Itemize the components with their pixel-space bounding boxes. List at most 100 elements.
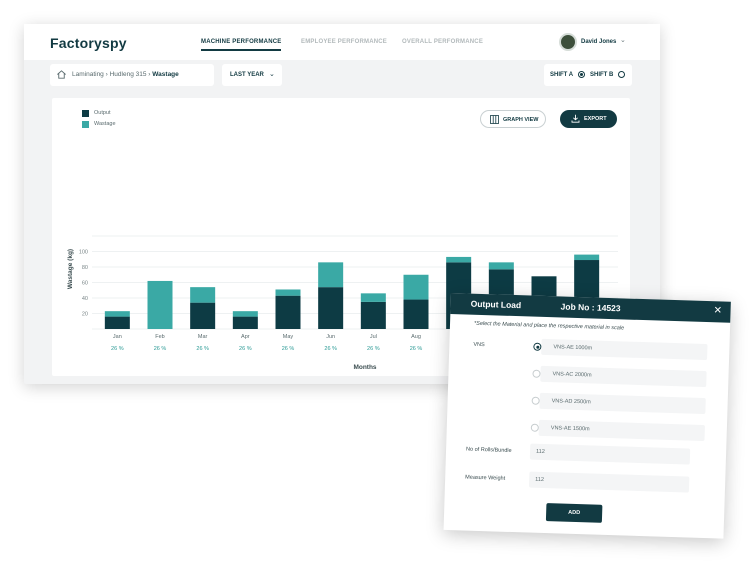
bar-wastage — [360, 293, 386, 302]
x-tick-label: Jan — [113, 334, 122, 340]
user-name: David Jones — [581, 39, 617, 45]
chevron-down-icon[interactable]: ⌄ — [620, 36, 626, 44]
rolls-input[interactable]: 112 — [529, 443, 691, 465]
close-icon[interactable]: ✕ — [713, 305, 722, 316]
bar-wastage — [275, 289, 301, 296]
vns-option[interactable]: VNS-AD 2500m — [531, 392, 706, 415]
y-tick-label: 20 — [82, 312, 88, 318]
y-tick-label: 100 — [79, 250, 88, 256]
shift-b-label: SHIFT B — [590, 72, 614, 78]
bar-output — [275, 295, 301, 329]
bar-output — [318, 287, 344, 329]
top-navbar: Factoryspy MACHINE PERFORMANCE EMPLOYEE … — [24, 24, 660, 60]
vns-option[interactable]: VNS-AC 2000m — [532, 365, 707, 388]
export-label: EXPORT — [584, 116, 607, 122]
vns-option-radio[interactable] — [533, 342, 542, 351]
percent-label: 26 % — [239, 346, 252, 352]
bar-wastage — [403, 274, 429, 300]
bar-wastage — [488, 262, 514, 270]
graph-view-button[interactable]: GRAPH VIEW — [480, 110, 546, 128]
rolls-label: No of Rolls/Bundle — [465, 446, 512, 454]
x-tick-label: May — [283, 334, 294, 340]
percent-label: 26 % — [410, 346, 423, 352]
shift-a-label: SHIFT A — [550, 72, 574, 78]
y-tick-label: 60 — [82, 281, 88, 287]
y-tick-label: 40 — [82, 296, 88, 302]
app-logo: Factoryspy — [50, 35, 127, 51]
vns-option-label: VNS-AD 2500m — [551, 398, 591, 406]
breadcrumb-item-laminating[interactable]: Laminating — [72, 71, 104, 78]
chevron-down-icon: ⌄ — [269, 71, 275, 78]
home-icon[interactable] — [56, 69, 67, 80]
vns-option-radio[interactable] — [532, 369, 541, 378]
legend-swatch-output — [82, 110, 89, 117]
y-axis-label: Wastage (kg) — [67, 249, 74, 289]
weight-label: Measure Weight — [465, 474, 506, 482]
bar-output — [104, 316, 130, 329]
period-select[interactable]: LAST YEAR ⌄ — [222, 64, 282, 86]
breadcrumb-path: Laminating › Hudleng 315 › Wastage — [72, 71, 179, 78]
legend-swatch-wastage — [82, 121, 89, 128]
user-avatar[interactable] — [559, 33, 577, 51]
vns-option[interactable]: VNS-AE 1000m — [533, 338, 708, 361]
vns-option-radio[interactable] — [531, 396, 540, 405]
shift-selector: SHIFT A SHIFT B — [544, 64, 632, 86]
x-axis-label: Months — [353, 364, 376, 371]
bar-wastage — [446, 256, 472, 263]
modal-header: Output Load Job No : 14523 ✕ — [450, 293, 731, 323]
breadcrumb-item-hudleng[interactable]: Hudleng 315 — [110, 71, 147, 78]
percent-label: 26 % — [196, 346, 209, 352]
percent-label: 26 % — [367, 346, 380, 352]
bar-wastage — [104, 311, 130, 317]
download-icon — [571, 114, 580, 123]
bar-output — [232, 316, 258, 329]
tab-machine-performance[interactable]: MACHINE PERFORMANCE — [201, 39, 282, 51]
x-tick-label: Jun — [326, 334, 335, 340]
tab-overall-performance[interactable]: OVERALL PERFORMANCE — [402, 39, 483, 45]
breadcrumb-current: Wastage — [152, 71, 179, 78]
percent-label: 26 % — [282, 346, 295, 352]
shift-a-radio[interactable] — [578, 71, 585, 78]
bar-wastage — [574, 254, 600, 261]
modal-instruction: *Select the Material and place the respe… — [473, 320, 625, 332]
legend-label-output: Output — [94, 110, 111, 116]
breadcrumb: Laminating › Hudleng 315 › Wastage — [50, 64, 214, 86]
x-tick-label: Aug — [411, 334, 421, 340]
add-button[interactable]: ADD — [545, 503, 603, 523]
x-tick-label: Mar — [198, 334, 208, 340]
bar-wastage — [147, 280, 173, 329]
job-number: Job No : 14523 — [560, 301, 621, 314]
x-tick-label: Jul — [370, 334, 377, 340]
breadcrumb-separator: › — [105, 71, 108, 78]
bar-wastage — [232, 311, 258, 317]
export-button[interactable]: EXPORT — [560, 110, 617, 128]
percent-label: 26 % — [111, 346, 124, 352]
vns-option-radio[interactable] — [530, 423, 539, 432]
breadcrumb-separator: › — [148, 71, 151, 78]
period-selected-value: LAST YEAR — [230, 72, 264, 78]
add-button-label: ADD — [568, 509, 581, 517]
x-tick-label: Feb — [155, 334, 164, 340]
percent-label: 26 % — [324, 346, 337, 352]
vns-option[interactable]: VNS-AE 1500m — [530, 419, 705, 442]
vns-option-label: VNS-AC 2000m — [552, 371, 592, 379]
x-tick-label: Apr — [241, 334, 250, 340]
grid-icon — [490, 115, 499, 124]
y-tick-label: 80 — [82, 265, 88, 271]
output-load-modal: Output Load Job No : 14523 ✕ *Select the… — [443, 293, 731, 539]
rolls-value: 112 — [535, 448, 545, 456]
bar-output — [403, 299, 429, 329]
vns-option-label: VNS-AE 1000m — [553, 344, 593, 352]
percent-label: 26 % — [154, 346, 167, 352]
vns-label: VNS — [473, 341, 485, 349]
shift-b-radio[interactable] — [618, 71, 625, 78]
legend-label-wastage: Wastage — [94, 121, 116, 127]
bar-wastage — [318, 262, 344, 288]
weight-input[interactable]: 112 — [528, 471, 690, 493]
bar-output — [360, 301, 386, 329]
bar-wastage — [190, 287, 216, 303]
bar-output — [190, 302, 216, 329]
tab-employee-performance[interactable]: EMPLOYEE PERFORMANCE — [301, 39, 387, 45]
modal-title: Output Load — [470, 298, 522, 311]
graph-view-label: GRAPH VIEW — [503, 117, 539, 123]
